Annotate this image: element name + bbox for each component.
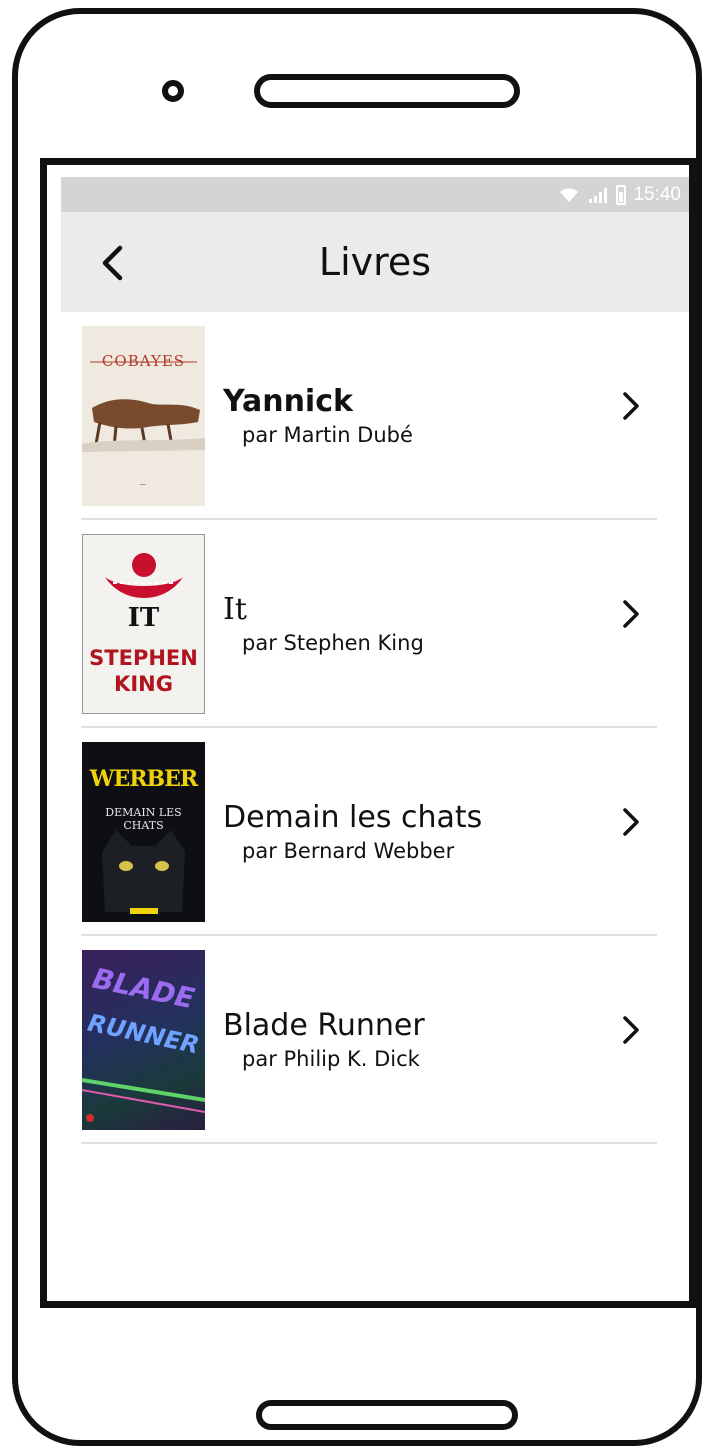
book-author: par Martin Dubé [242,423,413,447]
book-list: COBAYES — Yannick par Martin Dubé IT STE… [47,312,689,1144]
list-item-blade-runner[interactable]: BLADE RUNNER Blade Runner par Philip K. … [47,936,689,1144]
cover-illustration [102,830,185,914]
cover-author: STEPHEN KING [89,646,198,696]
cover-illustration: — [82,361,205,488]
status-time: 15:40 [633,183,681,205]
book-cover-yannick: COBAYES — [82,326,205,506]
home-button[interactable] [256,1400,518,1430]
status-bar: 15:40 [61,177,689,212]
list-divider [81,1142,657,1144]
list-item-yannick[interactable]: COBAYES — Yannick par Martin Dubé [47,312,689,520]
book-cover-it: IT STEPHEN KING [82,534,205,714]
book-title: Demain les chats [223,800,483,835]
signal-icon [589,187,608,203]
book-cover-demain-les-chats: WERBER DEMAIN LES CHATS [82,742,205,922]
book-info: It par Stephen King [223,592,424,658]
list-item-it[interactable]: IT STEPHEN KING It par Stephen King [47,520,689,728]
camera-icon [162,80,184,102]
chevron-right-icon [623,392,639,420]
cover-title: IT [127,603,160,633]
book-author: par Stephen King [242,631,424,655]
wifi-icon [560,187,579,202]
book-title: It [223,592,247,627]
book-author: par Bernard Webber [242,839,455,863]
book-author: par Philip K. Dick [242,1047,420,1071]
phone-screen: 15:40 Livres COBAYES — Yannick par Marti… [40,158,696,1308]
book-title: Yannick [223,384,353,419]
chevron-right-icon [623,600,639,628]
speaker-grille [254,74,520,108]
book-info: Demain les chats par Bernard Webber [223,800,482,866]
chevron-right-icon [623,808,639,836]
list-item-demain-les-chats[interactable]: WERBER DEMAIN LES CHATS Demain les chats… [47,728,689,936]
chevron-right-icon [623,1016,639,1044]
page-title: Livres [318,240,432,284]
cover-illustration [82,1078,205,1122]
book-title: Blade Runner [223,1008,425,1043]
battery-icon [616,184,627,205]
book-info: Blade Runner par Philip K. Dick [223,1008,425,1074]
book-info: Yannick par Martin Dubé [223,384,413,450]
book-cover-blade-runner: BLADE RUNNER [82,950,205,1130]
svg-text:—: — [140,481,146,488]
app-bar: Livres [61,212,689,312]
